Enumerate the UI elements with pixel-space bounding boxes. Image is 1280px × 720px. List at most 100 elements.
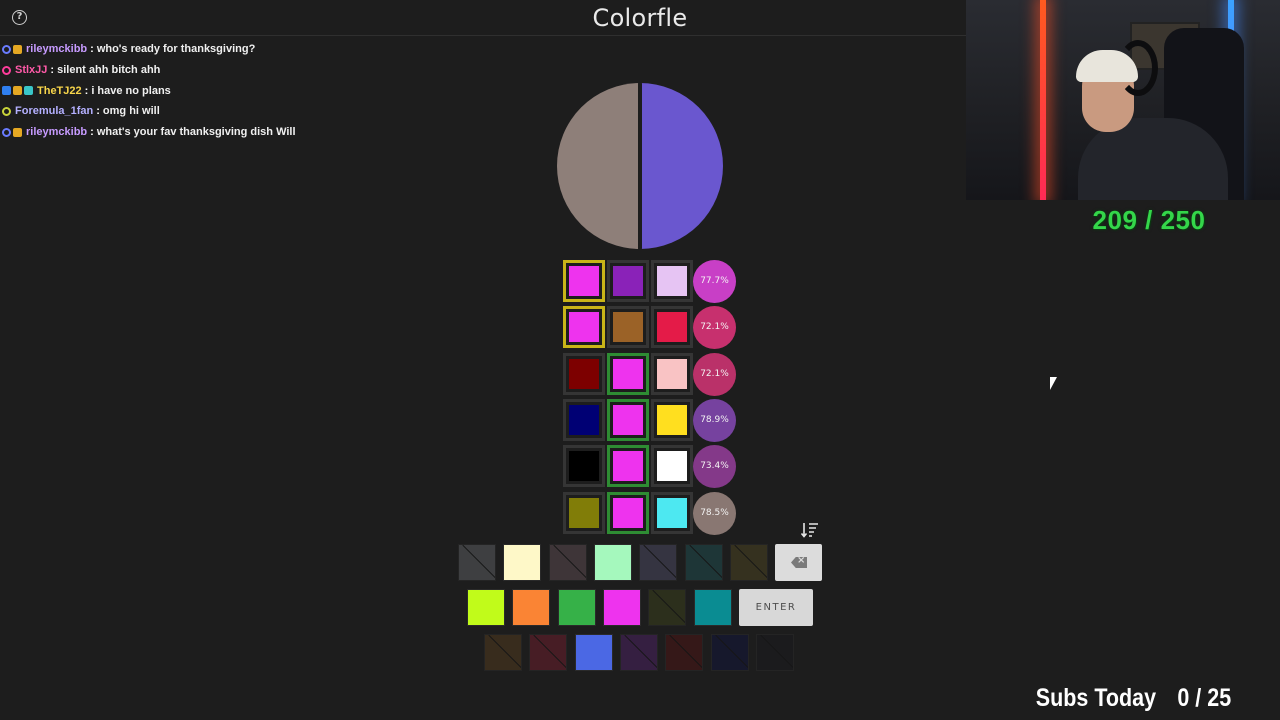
- guess-row: 78.9%: [563, 398, 743, 442]
- color-key: [619, 634, 658, 671]
- color-key[interactable]: [512, 589, 551, 626]
- guess-swatch: [657, 266, 687, 296]
- guess-swatch: [613, 266, 643, 296]
- guess-cell: [607, 306, 649, 349]
- sort-descending-icon[interactable]: [801, 522, 819, 538]
- guess-swatch: [569, 451, 599, 482]
- chat-separator: :: [96, 105, 100, 118]
- guess-row: 72.1%: [563, 352, 743, 396]
- stream-scene: ? Colorfle rileymckibb: who's ready for t…: [0, 0, 1280, 720]
- guess-swatch: [613, 451, 643, 482]
- accuracy-badge: 72.1%: [693, 352, 736, 396]
- chat-overlay: rileymckibb: who's ready for thanksgiving…: [2, 39, 522, 142]
- target-left-half: [557, 83, 640, 249]
- guess-cell: [651, 491, 693, 534]
- color-key[interactable]: [602, 589, 641, 626]
- webcam-feed: [966, 0, 1280, 200]
- chat-separator: :: [90, 126, 94, 139]
- color-key: [458, 544, 496, 581]
- guess-swatch: [657, 451, 687, 482]
- guess-row: 78.5%: [563, 491, 743, 535]
- color-key[interactable]: [467, 589, 505, 626]
- guess-cell: [563, 260, 605, 302]
- subs-label: Subs Today: [1036, 684, 1157, 712]
- color-key: [548, 544, 587, 581]
- chat-message: TheTJ22: i have no plans: [2, 80, 522, 101]
- color-key: [484, 634, 522, 671]
- guess-row: 72.1%: [563, 306, 743, 350]
- color-key: [755, 634, 794, 671]
- color-key[interactable]: [593, 544, 632, 581]
- chat-badge-icon: [2, 106, 11, 116]
- color-key[interactable]: [574, 634, 613, 671]
- color-key: [648, 589, 687, 626]
- color-key: [684, 544, 723, 581]
- chat-username[interactable]: Foremula_1fan: [15, 105, 93, 117]
- chat-username[interactable]: rileymckibb: [26, 126, 87, 138]
- guess-cell: [651, 352, 693, 395]
- chat-message: Foremula_1fan: omg hi will: [2, 101, 522, 122]
- guess-row: 73.4%: [563, 445, 743, 489]
- guess-swatch: [613, 497, 643, 528]
- guess-cell: [607, 445, 649, 488]
- guess-cell: [651, 306, 693, 349]
- guess-cell: [563, 445, 605, 488]
- guess-swatch: [569, 497, 599, 528]
- chat-separator: :: [84, 84, 89, 97]
- guess-swatch: [657, 312, 687, 343]
- enter-button[interactable]: ENTER: [739, 589, 813, 626]
- chat-username[interactable]: StlxJJ: [15, 64, 47, 76]
- guess-cell: [563, 491, 605, 534]
- guess-swatch: [569, 266, 599, 296]
- accuracy-badge: 78.5%: [693, 491, 736, 535]
- chat-badge-icon: [24, 86, 33, 96]
- guess-swatch: [657, 497, 687, 528]
- guess-cell: [651, 260, 693, 302]
- chat-username[interactable]: TheTJ22: [37, 85, 82, 97]
- chat-text: who's ready for thanksgiving?: [96, 43, 256, 56]
- guess-cell: [651, 398, 693, 441]
- guess-cell: [607, 352, 649, 395]
- chat-text: silent ahh bitch ahh: [57, 64, 161, 77]
- color-key[interactable]: [693, 589, 732, 626]
- color-key[interactable]: [557, 589, 596, 626]
- color-key[interactable]: [503, 544, 542, 581]
- color-key: [665, 634, 704, 671]
- neon-light-left: [1040, 0, 1046, 200]
- chat-message: rileymckibb: who's ready for thanksgiving…: [2, 39, 522, 60]
- guess-cell: [563, 306, 605, 349]
- chat-badge-icon: [13, 86, 22, 96]
- chat-text: i have no plans: [91, 84, 171, 97]
- guess-cell: [563, 398, 605, 441]
- progress-counter: 209 / 250: [1092, 205, 1206, 235]
- chat-message: rileymckibb: what's your fav thanksgiving…: [2, 122, 522, 143]
- guess-swatch: [613, 358, 643, 389]
- guess-swatch: [569, 404, 599, 435]
- color-key: [710, 634, 749, 671]
- chat-separator: :: [50, 64, 55, 77]
- headset: [1118, 40, 1158, 96]
- color-key: [729, 544, 768, 581]
- guess-swatch: [657, 404, 687, 435]
- chat-badge-icon: [2, 65, 11, 75]
- color-key: [639, 544, 678, 581]
- chat-badge-icon: [2, 44, 11, 54]
- accuracy-badge: 77.7%: [693, 260, 736, 303]
- chat-badge-icon: [2, 127, 11, 137]
- guess-swatch: [569, 358, 599, 389]
- accuracy-badge: 78.9%: [693, 398, 736, 442]
- chat-badge-icon: [13, 44, 22, 54]
- mouse-cursor-icon: [1050, 377, 1057, 390]
- chat-username[interactable]: rileymckibb: [26, 43, 87, 55]
- chat-badge-icon: [2, 86, 11, 96]
- accuracy-badge: 72.1%: [693, 306, 736, 350]
- backspace-icon: [791, 557, 807, 568]
- guess-cell: [607, 491, 649, 534]
- guess-swatch: [657, 358, 687, 389]
- guess-cell: [563, 352, 605, 395]
- guess-cell: [651, 445, 693, 488]
- chat-text: what's your fav thanksgiving dish Will: [96, 126, 296, 139]
- guess-cell: [607, 260, 649, 302]
- guess-swatch: [569, 312, 599, 343]
- backspace-button[interactable]: [775, 544, 822, 581]
